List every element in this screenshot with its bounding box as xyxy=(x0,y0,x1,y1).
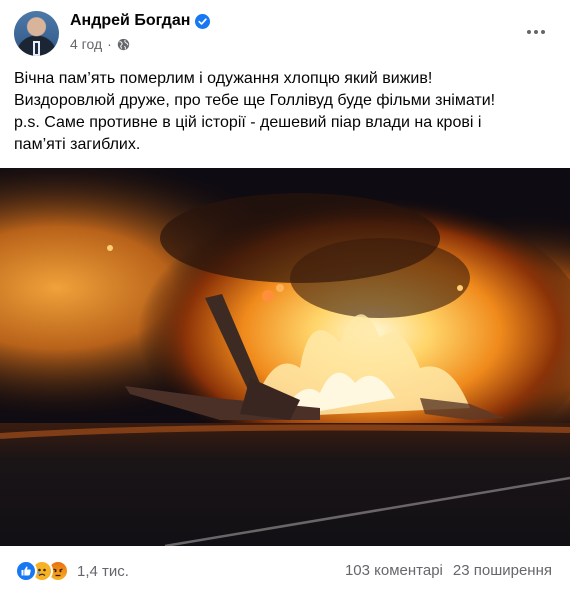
reactions-summary[interactable]: 1,4 тис. xyxy=(15,560,129,582)
reaction-count: 1,4 тис. xyxy=(77,562,129,580)
globe-icon[interactable] xyxy=(117,38,130,51)
post-text-line: Виздоровлюй друже, про тебе ще Голлівуд … xyxy=(14,92,496,109)
plane-crash-fire-image xyxy=(0,168,570,546)
post-text: Вічна пам’ять померлим і одужання хлопцю… xyxy=(14,68,559,156)
post-photo[interactable] xyxy=(0,168,570,546)
stats-gap xyxy=(443,562,453,579)
like-reaction-icon xyxy=(15,560,37,582)
avatar-tie xyxy=(35,43,38,54)
more-dot xyxy=(541,30,545,34)
meta-separator: · xyxy=(107,36,112,52)
post-timestamp[interactable]: 4 год xyxy=(70,36,102,52)
post-text-line: p.s. Саме противне в цій історії - дешев… xyxy=(14,114,482,131)
author-name-link[interactable]: Андрей Богдан xyxy=(70,12,211,30)
author-avatar[interactable] xyxy=(14,11,59,56)
engagement-stats: 103 коментарі 23 поширення xyxy=(345,562,552,579)
more-options-button[interactable] xyxy=(518,17,554,47)
post-meta: 4 год · xyxy=(70,36,130,52)
facebook-post: Андрей Богдан 4 год · Вічна пам’ять поме… xyxy=(0,0,570,592)
comments-count-link[interactable]: 103 коментарі xyxy=(345,562,443,579)
post-text-line: пам’яті загиблих. xyxy=(14,136,141,153)
post-header: Андрей Богдан 4 год · xyxy=(14,11,556,59)
more-dot xyxy=(534,30,538,34)
more-dot xyxy=(527,30,531,34)
post-footer: 1,4 тис. 103 коментарі 23 поширення xyxy=(0,552,570,592)
author-name: Андрей Богдан xyxy=(70,12,191,29)
post-text-line: Вічна пам’ять померлим і одужання хлопцю… xyxy=(14,70,433,87)
shares-count-link[interactable]: 23 поширення xyxy=(453,562,552,579)
verified-badge-icon xyxy=(195,13,211,29)
